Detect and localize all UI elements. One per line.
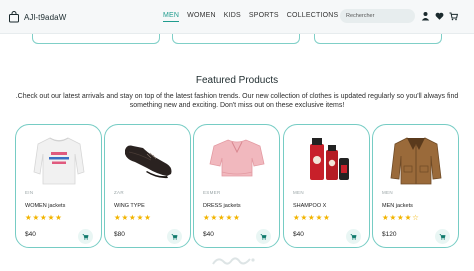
- search-input[interactable]: [340, 9, 415, 23]
- main-nav: MEN WOMEN KIDS SPORTS COLLECTIONS: [163, 12, 346, 22]
- add-to-cart-button[interactable]: [78, 229, 93, 244]
- product-brand: ZAR: [114, 190, 124, 195]
- product-name: WING TYPE: [114, 203, 145, 209]
- product-card[interactable]: MEN MEN jackets ★★★★☆ $120: [372, 124, 459, 248]
- star-rating: ★★★★☆: [382, 213, 420, 222]
- product-name: WOMEN jackets: [25, 203, 66, 209]
- cart-icon[interactable]: [449, 11, 458, 21]
- star-rating: ★★★★★: [293, 213, 331, 222]
- product-price: $120: [382, 231, 397, 238]
- cart-icon: [171, 234, 178, 240]
- product-grid: EIN WOMEN jackets ★★★★★ $40 ZAR WING TYP…: [15, 124, 462, 248]
- star-rating: ★★★★★: [203, 213, 241, 222]
- brand-name: AJl-t9adaW: [24, 12, 67, 22]
- add-to-cart-button[interactable]: [167, 229, 182, 244]
- star-rating: ★★★★★: [114, 213, 152, 222]
- product-card[interactable]: ZAR WING TYPE ★★★★★ $80: [104, 124, 191, 248]
- product-price: $40: [25, 231, 36, 238]
- product-card[interactable]: MEN SHAMPOO X ★★★★★ $40: [283, 124, 370, 248]
- cart-icon: [260, 234, 267, 240]
- product-price: $40: [203, 231, 214, 238]
- product-card[interactable]: EIN WOMEN jackets ★★★★★ $40: [15, 124, 102, 248]
- product-brand: EIN: [25, 190, 34, 195]
- watermark-logo: [212, 257, 255, 265]
- heart-icon[interactable]: [435, 11, 444, 21]
- brand[interactable]: AJl-t9adaW: [8, 11, 66, 23]
- previous-section-card: [314, 34, 442, 44]
- star-rating: ★★★★★: [25, 213, 63, 222]
- shampoo-set-image: [310, 138, 349, 180]
- user-icon[interactable]: [421, 11, 430, 21]
- product-brand: MEN: [382, 190, 393, 195]
- nav-link-collections[interactable]: COLLECTIONS: [287, 12, 339, 22]
- cart-icon: [439, 234, 446, 240]
- navbar: AJl-t9adaW MEN WOMEN KIDS SPORTS COLLECT…: [0, 0, 474, 34]
- product-brand: ESMER: [203, 190, 221, 195]
- leather-shoe-image: [125, 145, 172, 179]
- product-price: $40: [293, 231, 304, 238]
- brown-jacket-image: [390, 137, 442, 185]
- product-card[interactable]: ESMER DRESS jackets ★★★★★ $40: [193, 124, 280, 248]
- nav-link-sports[interactable]: SPORTS: [249, 12, 279, 22]
- section-title: Featured Products: [195, 75, 279, 86]
- previous-section-card: [172, 34, 300, 44]
- cart-icon: [82, 234, 89, 240]
- cart-icon: [350, 234, 357, 240]
- add-to-cart-button[interactable]: [435, 229, 450, 244]
- nav-link-men[interactable]: MEN: [163, 12, 180, 22]
- add-to-cart-button[interactable]: [346, 229, 361, 244]
- nav-link-women[interactable]: WOMEN: [187, 12, 216, 22]
- product-name: SHAMPOO X: [293, 203, 327, 209]
- product-name: DRESS jackets: [203, 203, 241, 209]
- product-price: $80: [114, 231, 125, 238]
- nav-link-kids[interactable]: KIDS: [224, 12, 241, 22]
- product-name: MEN jackets: [382, 203, 413, 209]
- shopping-bag-icon: [9, 11, 19, 23]
- previous-section-card: [32, 34, 160, 44]
- section-description: .Check out our latest arrivals and stay …: [15, 93, 459, 109]
- pink-blouse-image: [209, 139, 265, 177]
- add-to-cart-button[interactable]: [256, 229, 271, 244]
- product-brand: MEN: [293, 190, 304, 195]
- white-sweatshirt-image: [33, 137, 85, 185]
